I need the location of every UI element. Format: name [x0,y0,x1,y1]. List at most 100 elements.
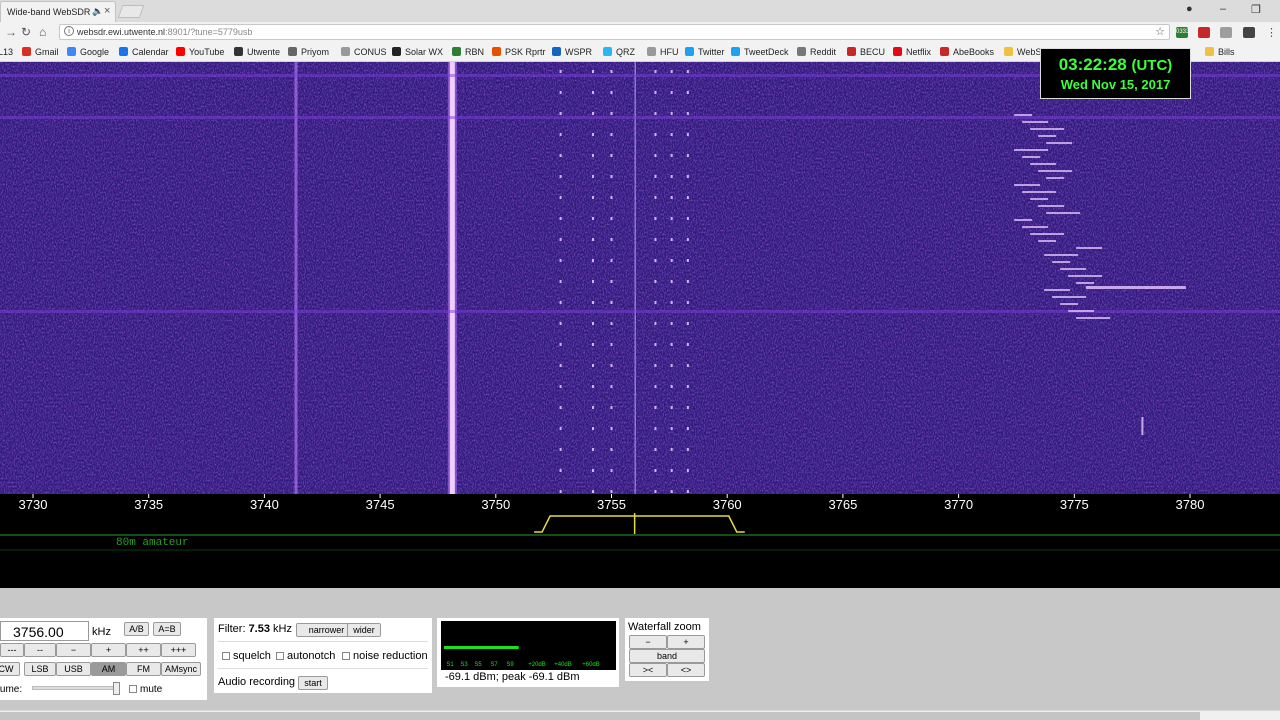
bookmark-youtube[interactable]: YouTube [176,47,224,57]
waterfall-burst [1044,289,1071,291]
restore-icon[interactable]: ❐ [1251,3,1261,16]
bookmark-priyom[interactable]: Priyom [288,47,329,57]
autonotch-label: autonotch [287,650,336,662]
passband-outline[interactable] [534,515,745,533]
bookmark-utwente[interactable]: Utwente [234,47,280,57]
mode-am-button[interactable]: AM [91,662,126,676]
twitter-icon [685,47,694,56]
address-bar[interactable]: i websdr.ewi.utwente.nl:8901/?tune=5779u… [59,24,1170,40]
waterfall-display[interactable] [0,62,1280,494]
home-icon[interactable]: ⌂ [39,25,46,39]
mode-fm-button[interactable]: FM [126,662,161,676]
wider-button[interactable]: wider [347,623,381,637]
zoom-in-button[interactable]: <> [667,663,705,677]
menu-icon[interactable]: ⋮ [1266,26,1277,39]
bookmark-l13[interactable]: L13 [0,47,13,57]
smeter-scale-label: S3 [460,662,468,668]
waterfall-blip [1141,417,1144,435]
clock-time: 03:22:28 [1058,55,1127,74]
autonotch-checkbox[interactable] [276,652,284,660]
mode-amsync-button[interactable]: AMsync [161,662,201,676]
waterfall-zoom-panel: Waterfall zoom − + band >< <> [625,618,709,681]
bookmark-conus[interactable]: CONUS [341,47,387,57]
bookmark-twitter[interactable]: Twitter [685,47,725,57]
extension-dark-icon[interactable] [1243,27,1255,38]
waterfall-burst [1038,135,1057,137]
waterfall-burst [1022,156,1041,158]
noise-reduction-checkbox[interactable] [342,652,350,660]
waterfall-burst [1030,163,1057,165]
a-equals-b-button[interactable]: A=B [153,622,181,636]
zoom-plus-button[interactable]: + [667,635,705,649]
ab-button[interactable]: A/B [124,622,149,636]
scale-tick-label: 3760 [713,497,742,512]
squelch-checkbox[interactable] [222,652,230,660]
bookmark-calendar[interactable]: Calendar [119,47,169,57]
minimize-icon[interactable]: – [1220,3,1226,15]
step-up-3-button[interactable]: +++ [161,643,196,657]
mode-lsb-button[interactable]: LSB [24,662,56,676]
step-up-1-button[interactable]: + [91,643,126,657]
waterfall-burst [1014,114,1033,116]
scale-tick-label: 3750 [481,497,510,512]
bookmark-rbn[interactable]: RBN [452,47,484,57]
extension-badge-icon[interactable]: 0333 [1176,27,1189,38]
horizontal-scrollbar[interactable] [0,710,1280,720]
bookmark-gmail[interactable]: Gmail [22,47,59,57]
browser-tab[interactable]: Wide-band WebSDR 🔈 × [0,1,116,22]
frequency-scale[interactable]: 3730 3735 3740 3745 3750 3755 3760 3765 3770 3775… [0,494,1280,588]
smeter-level-bar [444,646,519,649]
reload-icon[interactable]: ↻ [21,25,31,39]
step-down-3-button[interactable]: --- [0,643,24,657]
psk-icon [492,47,501,56]
mode-usb-button[interactable]: USB [56,662,91,676]
extension-gray-icon[interactable] [1220,27,1232,38]
zoom-band-button[interactable]: band [629,649,705,663]
scrollbar-thumb[interactable] [0,712,1200,720]
volume-slider[interactable] [32,682,120,695]
info-icon[interactable]: i [64,26,74,36]
zoom-out-button[interactable]: >< [629,663,667,677]
bookmark-solar-wx[interactable]: Solar WX [392,47,443,57]
mode-cw-button[interactable]: CW [0,662,20,676]
forward-icon[interactable]: → [5,25,17,39]
bookmark-qrz[interactable]: QRZ [603,47,635,57]
rbn-icon [452,47,461,56]
waterfall-burst [1014,184,1041,186]
new-tab-button[interactable] [117,5,145,18]
step-down-2-button[interactable]: -- [24,643,56,657]
waterfall-tuned-line [634,62,636,494]
bookmark-reddit[interactable]: Reddit [797,47,836,57]
band-label[interactable]: 80m amateur [116,537,189,549]
bookmark-hfu[interactable]: HFU [647,47,679,57]
bookmark-label: WSPR [565,47,592,57]
bookmark-tweetdeck[interactable]: TweetDeck [731,47,789,57]
waterfall-burst [1046,212,1081,214]
profile-icon[interactable]: ● [1186,3,1193,15]
volume-slider-thumb[interactable] [112,682,120,695]
bookmark-webs[interactable]: WebS [1004,47,1041,57]
bookmark-google[interactable]: Google [67,47,109,57]
bookmark-bills[interactable]: Bills [1205,47,1235,57]
bookmark-psk-rprtr[interactable]: PSK Rprtr [492,47,546,57]
bookmark-label: Priyom [301,47,330,57]
step-up-2-button[interactable]: ++ [126,643,161,657]
close-tab-icon[interactable]: × [104,5,110,17]
waterfall-burst [1014,219,1033,221]
bookmark-becu[interactable]: BECU [847,47,885,57]
extension-red-icon[interactable] [1198,27,1210,38]
scale-tick-label: 3780 [1176,497,1205,512]
bookmark-abebooks[interactable]: AbeBooks [940,47,994,57]
bookmark-wspr[interactable]: WSPR [552,47,592,57]
recording-start-button[interactable]: start [298,676,328,690]
frequency-input[interactable] [0,621,89,641]
bookmark-star-icon[interactable]: ☆ [1155,25,1165,38]
controls-area: kHz A/B A=B --- -- − + ++ +++ CW LSB USB… [0,588,1280,710]
mute-checkbox[interactable] [129,685,137,693]
speaker-icon[interactable]: 🔈 [92,6,103,17]
step-down-1-button[interactable]: − [56,643,91,657]
smeter-scale-label: +60dB [582,662,600,668]
bookmark-netflix[interactable]: Netflix [893,47,931,57]
browser-toolbar: → ↻ ⌂ i websdr.ewi.utwente.nl:8901/?tune… [0,22,1280,42]
zoom-minus-button[interactable]: − [629,635,667,649]
